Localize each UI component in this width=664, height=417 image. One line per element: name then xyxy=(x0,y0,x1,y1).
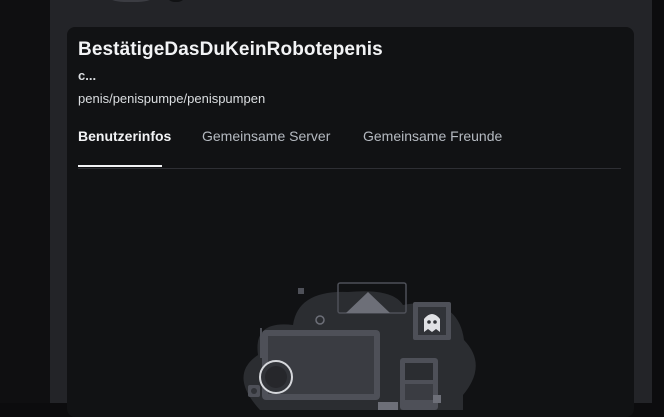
display-name: BestätigeDasDuKeinRobotepenis xyxy=(78,39,383,60)
pronouns: penis/penispumpe/penispumpen xyxy=(78,91,266,106)
tab-mutual-servers[interactable]: Gemeinsame Server xyxy=(202,128,330,168)
tab-label: Gemeinsame Server xyxy=(202,128,331,144)
tab-mutual-friends[interactable]: Gemeinsame Freunde xyxy=(363,128,502,168)
profile-tabs: Benutzerinfos Gemeinsame Server Gemeinsa… xyxy=(78,128,621,168)
active-tab-indicator xyxy=(78,165,162,167)
empty-state-devices-illustration xyxy=(243,282,476,410)
tabs-divider xyxy=(78,168,621,169)
tab-user-info[interactable]: Benutzerinfos xyxy=(78,128,171,168)
app-backdrop xyxy=(0,0,50,403)
tab-label: Benutzerinfos xyxy=(78,128,172,144)
tab-label: Gemeinsame Freunde xyxy=(363,128,503,144)
username: c... xyxy=(78,68,97,83)
